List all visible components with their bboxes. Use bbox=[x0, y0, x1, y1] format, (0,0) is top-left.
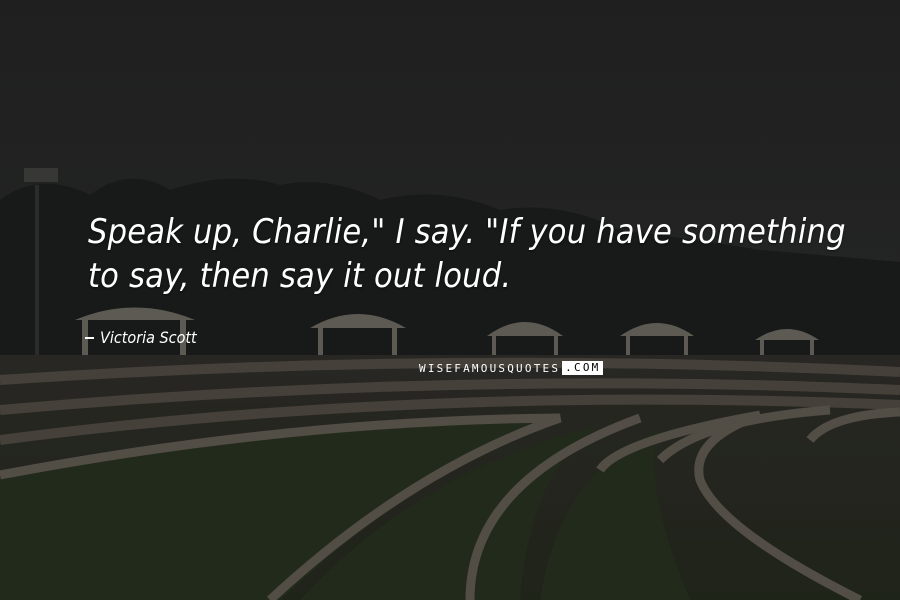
author-attribution: Victoria Scott bbox=[85, 328, 197, 347]
quote-text: Speak up, Charlie," I say. "If you have … bbox=[88, 212, 846, 296]
author-dash bbox=[85, 336, 94, 339]
watermark-left: WISEFAMOUSQUOTES bbox=[419, 361, 561, 375]
watermark-logo: WISEFAMOUSQUOTES .COM bbox=[419, 361, 604, 375]
watermark-right: .COM bbox=[562, 361, 604, 375]
background-photo bbox=[0, 0, 900, 600]
author-name: Victoria Scott bbox=[100, 328, 197, 347]
